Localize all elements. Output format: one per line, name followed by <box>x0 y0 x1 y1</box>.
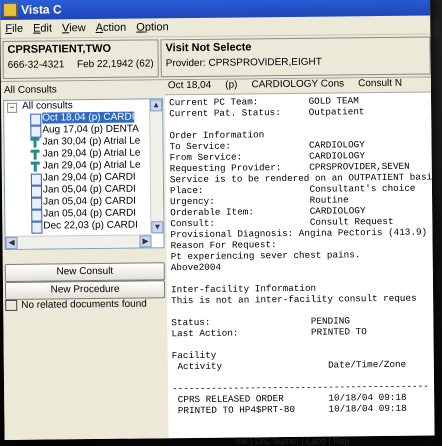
related-documents-icon <box>5 299 18 311</box>
new-procedure-button[interactable]: New Procedure <box>4 280 166 300</box>
tree-root-label: All consults <box>22 100 73 112</box>
menu-view[interactable]: View <box>57 22 91 34</box>
tree-horizontal-scrollbar[interactable]: ◀ ▶ <box>5 234 152 249</box>
procedure-tube-icon <box>31 162 40 172</box>
scroll-down-icon[interactable]: ▼ <box>151 221 164 234</box>
consults-panel: All Consults − All consults Oct 18,04 (p… <box>0 80 167 440</box>
visit-status: Visit Not Selecte <box>165 41 252 55</box>
detail-service: CARDIOLOGY Cons <box>251 78 345 91</box>
patient-ssn: 666-32-4321 <box>7 59 65 71</box>
related-documents: No related documents found <box>5 298 163 311</box>
consult-detail-text[interactable]: Current PC Team: GOLD TEAM Current Pat. S… <box>165 92 434 418</box>
menu-action[interactable]: Action <box>91 22 132 34</box>
scroll-left-icon[interactable]: ◀ <box>5 236 18 249</box>
menu-options[interactable]: Option <box>131 21 174 33</box>
detail-date: Oct 18,04 <box>167 79 212 92</box>
consult-list-item-label: Oct 18,04 (p) CARDI <box>42 111 135 124</box>
consult-list-item-label: Jan 29,04 (p) CARDI <box>42 171 136 184</box>
collapse-icon[interactable]: − <box>7 102 18 113</box>
tree-items: Oct 18,04 (p) CARDI Aug 17,04 (p) DENTA Ja… <box>4 111 163 234</box>
procedure-tube-icon <box>30 138 39 148</box>
consult-list-item-label: Jan 30,04 (p) Atrial Le <box>42 135 141 148</box>
consult-list-item-label: Jan 29,04 (p) Atrial Le <box>42 147 141 160</box>
consult-list-item[interactable]: Dec 22,03 (p) CARDI <box>5 219 163 234</box>
tree-vertical-scrollbar[interactable]: ▲ ▼ <box>149 99 164 234</box>
detail-status: (p) <box>225 79 238 91</box>
consult-list-item-label: Jan 29,04 (p) Atrial Le <box>42 159 141 172</box>
cprs-window: Vista C File Edit View Action Option CPR… <box>0 0 435 440</box>
detail-line: PRINTED TO HP4$PRT-80 10/18/04 09:18 <box>172 402 407 417</box>
consult-list-item-label: Jan 05,04 (p) CARDI <box>43 195 136 208</box>
bottom-tab-strip[interactable]: ew | D/C Summ | Labs | Rep <box>236 436 350 446</box>
detail-tail: Consult N <box>358 77 403 90</box>
new-consult-button[interactable]: New Consult <box>4 262 165 282</box>
patient-selection-box[interactable]: CPRSPATIENT,TWO 666-32-4321 Feb 22,1942 … <box>2 39 159 79</box>
patient-bar: CPRSPATIENT,TWO 666-32-4321 Feb 22,1942 … <box>0 34 431 82</box>
patient-name: CPRSPATIENT,TWO <box>7 42 112 56</box>
scroll-up-icon[interactable]: ▲ <box>150 99 163 112</box>
menu-file[interactable]: File <box>0 23 28 35</box>
consults-panel-header: All Consults <box>3 84 57 96</box>
visit-box[interactable]: Visit Not Selecte Provider: CPRSPROVIDER… <box>160 36 431 78</box>
consult-list-item-label: Jan 05,04 (p) CARDI <box>43 207 137 220</box>
window-title: Vista C <box>21 2 62 17</box>
app-icon <box>3 2 18 17</box>
menu-edit[interactable]: Edit <box>28 22 57 34</box>
consult-list-item-label: Aug 17,04 (p) DENTA <box>42 123 139 136</box>
consult-detail-panel: Oct 18,04 (p) CARDIOLOGY Cons Consult N … <box>164 77 435 439</box>
consult-list-item-label: Jan 05,04 (p) CARDI <box>42 183 136 196</box>
procedure-tube-icon <box>31 150 40 160</box>
patient-dob: Feb 22,1942 (62) <box>76 58 154 71</box>
consults-tree[interactable]: − All consults Oct 18,04 (p) CARDI Aug 17… <box>3 98 165 250</box>
consult-document-icon <box>31 221 43 234</box>
scroll-right-icon[interactable]: ▶ <box>139 235 152 248</box>
consult-list-item-label: Dec 22,03 (p) CARDI <box>43 219 138 232</box>
visit-provider: Provider: CPRSPROVIDER,EIGHT <box>165 56 322 70</box>
related-documents-text: No related documents found <box>21 298 147 311</box>
